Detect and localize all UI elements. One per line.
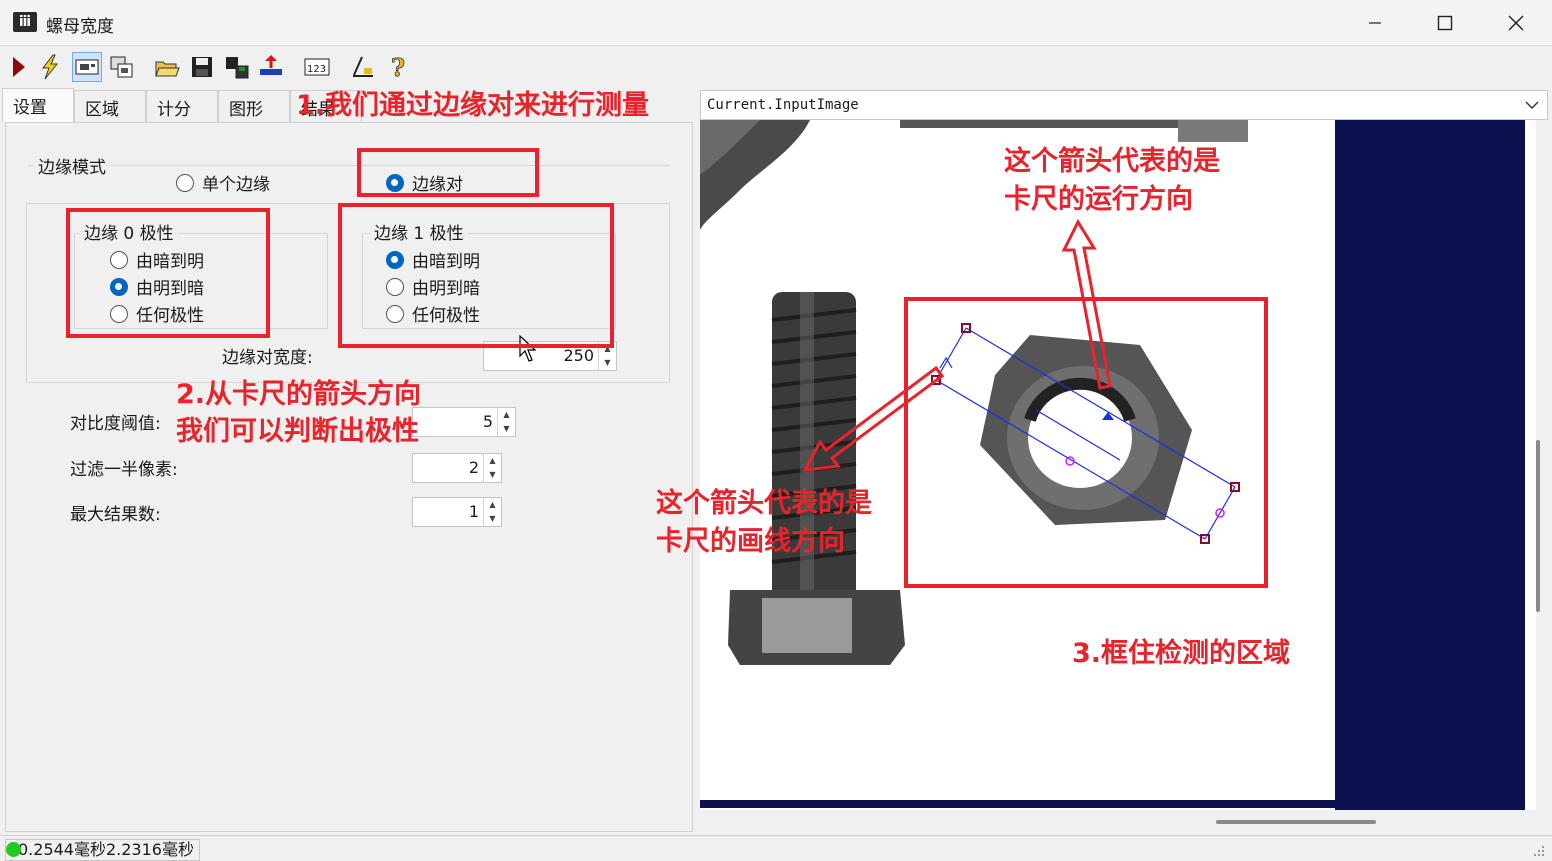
tab-graphics[interactable]: 图形	[218, 90, 290, 122]
contrast-threshold-value: 5	[482, 412, 493, 431]
window-title: 螺母宽度	[46, 17, 114, 37]
svg-text:123: 123	[307, 64, 326, 75]
filter-half-pixels-arrows[interactable]: ▲ ▼	[483, 454, 501, 482]
open-button[interactable]	[152, 52, 182, 82]
run-continuous-button[interactable]	[35, 52, 65, 82]
help-button[interactable]: ?	[383, 52, 413, 82]
edge-mode-group	[28, 165, 670, 205]
annotation-note-2-line1: 2.从卡尺的箭头方向	[176, 379, 422, 410]
spin-down-icon[interactable]: ▼	[498, 422, 515, 436]
contrast-threshold-arrows[interactable]: ▲ ▼	[497, 408, 515, 436]
spin-down-icon[interactable]: ▼	[484, 468, 501, 482]
spin-down-icon[interactable]: ▼	[484, 512, 501, 526]
tab-settings[interactable]: 设置	[2, 88, 74, 122]
filter-half-pixels-label: 过滤一半像素:	[70, 460, 178, 480]
highlight-edge1	[338, 203, 614, 348]
image-source-dropdown[interactable]: Current.InputImage	[700, 90, 1548, 120]
image-view-button[interactable]	[72, 52, 102, 82]
help-icon: ?	[391, 54, 406, 80]
annotation-note-3: 3.框住检测的区域	[1072, 638, 1291, 669]
run-icon	[13, 57, 25, 77]
navy-border-right	[1335, 120, 1525, 810]
filter-half-pixels-value: 2	[468, 458, 479, 477]
run-button[interactable]	[3, 52, 33, 82]
measure-button[interactable]	[348, 52, 378, 82]
save-icon	[192, 57, 212, 77]
edge-pair-width-value: 250	[563, 346, 594, 365]
save-as-icon	[226, 57, 249, 79]
minimize-button[interactable]	[1340, 0, 1410, 46]
minimize-icon	[1369, 22, 1381, 24]
annotation-note-1: 1.我们通过边缘对来进行测量	[296, 90, 650, 121]
title-bar: ⅲ 螺母宽度	[0, 0, 1552, 46]
annotation-run-line2: 卡尺的运行方向	[1004, 184, 1193, 215]
spin-up-icon[interactable]: ▲	[484, 498, 501, 512]
status-bar: 0.2544毫秒2.2316毫秒	[0, 835, 1552, 861]
max-results-value: 1	[468, 502, 479, 521]
edge-pair-width-label: 边缘对宽度:	[222, 348, 313, 368]
measure-icon	[353, 56, 373, 77]
contrast-threshold-spinner[interactable]: 5 ▲ ▼	[412, 407, 516, 437]
inspection-image	[700, 120, 1525, 810]
load-button[interactable]	[257, 52, 287, 82]
open-folder-icon	[155, 61, 180, 77]
annotation-draw-line1: 这个箭头代表的是	[656, 488, 872, 519]
annotation-run-line1: 这个箭头代表的是	[1004, 146, 1220, 177]
max-results-spinner[interactable]: 1 ▲ ▼	[412, 497, 502, 527]
save-as-button[interactable]	[222, 52, 252, 82]
toolbar: 123 ?	[0, 47, 700, 87]
bolt-head-face	[762, 598, 852, 653]
maximize-icon	[1437, 15, 1453, 31]
spin-down-icon[interactable]: ▼	[599, 356, 616, 370]
close-icon	[1508, 15, 1524, 31]
image-view-icon	[75, 59, 99, 75]
image-source-value: Current.InputImage	[707, 97, 859, 113]
resize-grip-icon[interactable]	[1530, 842, 1546, 858]
filter-half-pixels-spinner[interactable]: 2 ▲ ▼	[412, 453, 502, 483]
contrast-threshold-label: 对比度阈值:	[70, 414, 161, 434]
lightning-icon	[41, 54, 59, 80]
top-bolt-head	[1178, 120, 1248, 142]
close-button[interactable]	[1481, 0, 1551, 46]
tab-scoring[interactable]: 计分	[146, 90, 218, 122]
numbers-button[interactable]: 123	[302, 52, 332, 82]
radio-single-edge-dot	[176, 173, 194, 192]
radio-single-edge-label: 单个边缘	[202, 175, 270, 195]
navy-border-bottom	[700, 800, 1525, 808]
spin-up-icon[interactable]: ▲	[498, 408, 515, 422]
numbers-icon: 123	[304, 58, 330, 76]
image-display[interactable]	[700, 120, 1536, 810]
annotation-note-2-line2: 我们可以判断出极性	[176, 416, 419, 447]
status-timing: 0.2544毫秒2.2316毫秒	[5, 839, 200, 861]
spin-up-icon[interactable]: ▲	[484, 454, 501, 468]
vertical-scrollbar[interactable]	[1536, 440, 1540, 612]
highlight-edge-pair	[357, 148, 539, 197]
status-led-icon	[6, 842, 21, 857]
save-button[interactable]	[187, 52, 217, 82]
load-icon	[260, 55, 282, 75]
annotation-draw-line2: 卡尺的画线方向	[656, 526, 845, 557]
copy-image-button[interactable]	[107, 52, 137, 82]
copy-image-icon	[110, 56, 133, 78]
tab-region[interactable]: 区域	[74, 90, 146, 122]
edge-mode-label: 边缘模式	[34, 153, 110, 178]
max-results-label: 最大结果数:	[70, 505, 161, 525]
svg-text:?: ?	[391, 54, 405, 80]
max-results-arrows[interactable]: ▲ ▼	[483, 498, 501, 526]
maximize-button[interactable]	[1410, 0, 1480, 46]
app-icon: ⅲ	[13, 12, 37, 32]
highlight-edge0	[66, 208, 270, 338]
chevron-down-icon	[1525, 101, 1539, 109]
radio-single-edge[interactable]: 单个边缘	[176, 170, 270, 195]
horizontal-scrollbar[interactable]	[1216, 820, 1376, 824]
